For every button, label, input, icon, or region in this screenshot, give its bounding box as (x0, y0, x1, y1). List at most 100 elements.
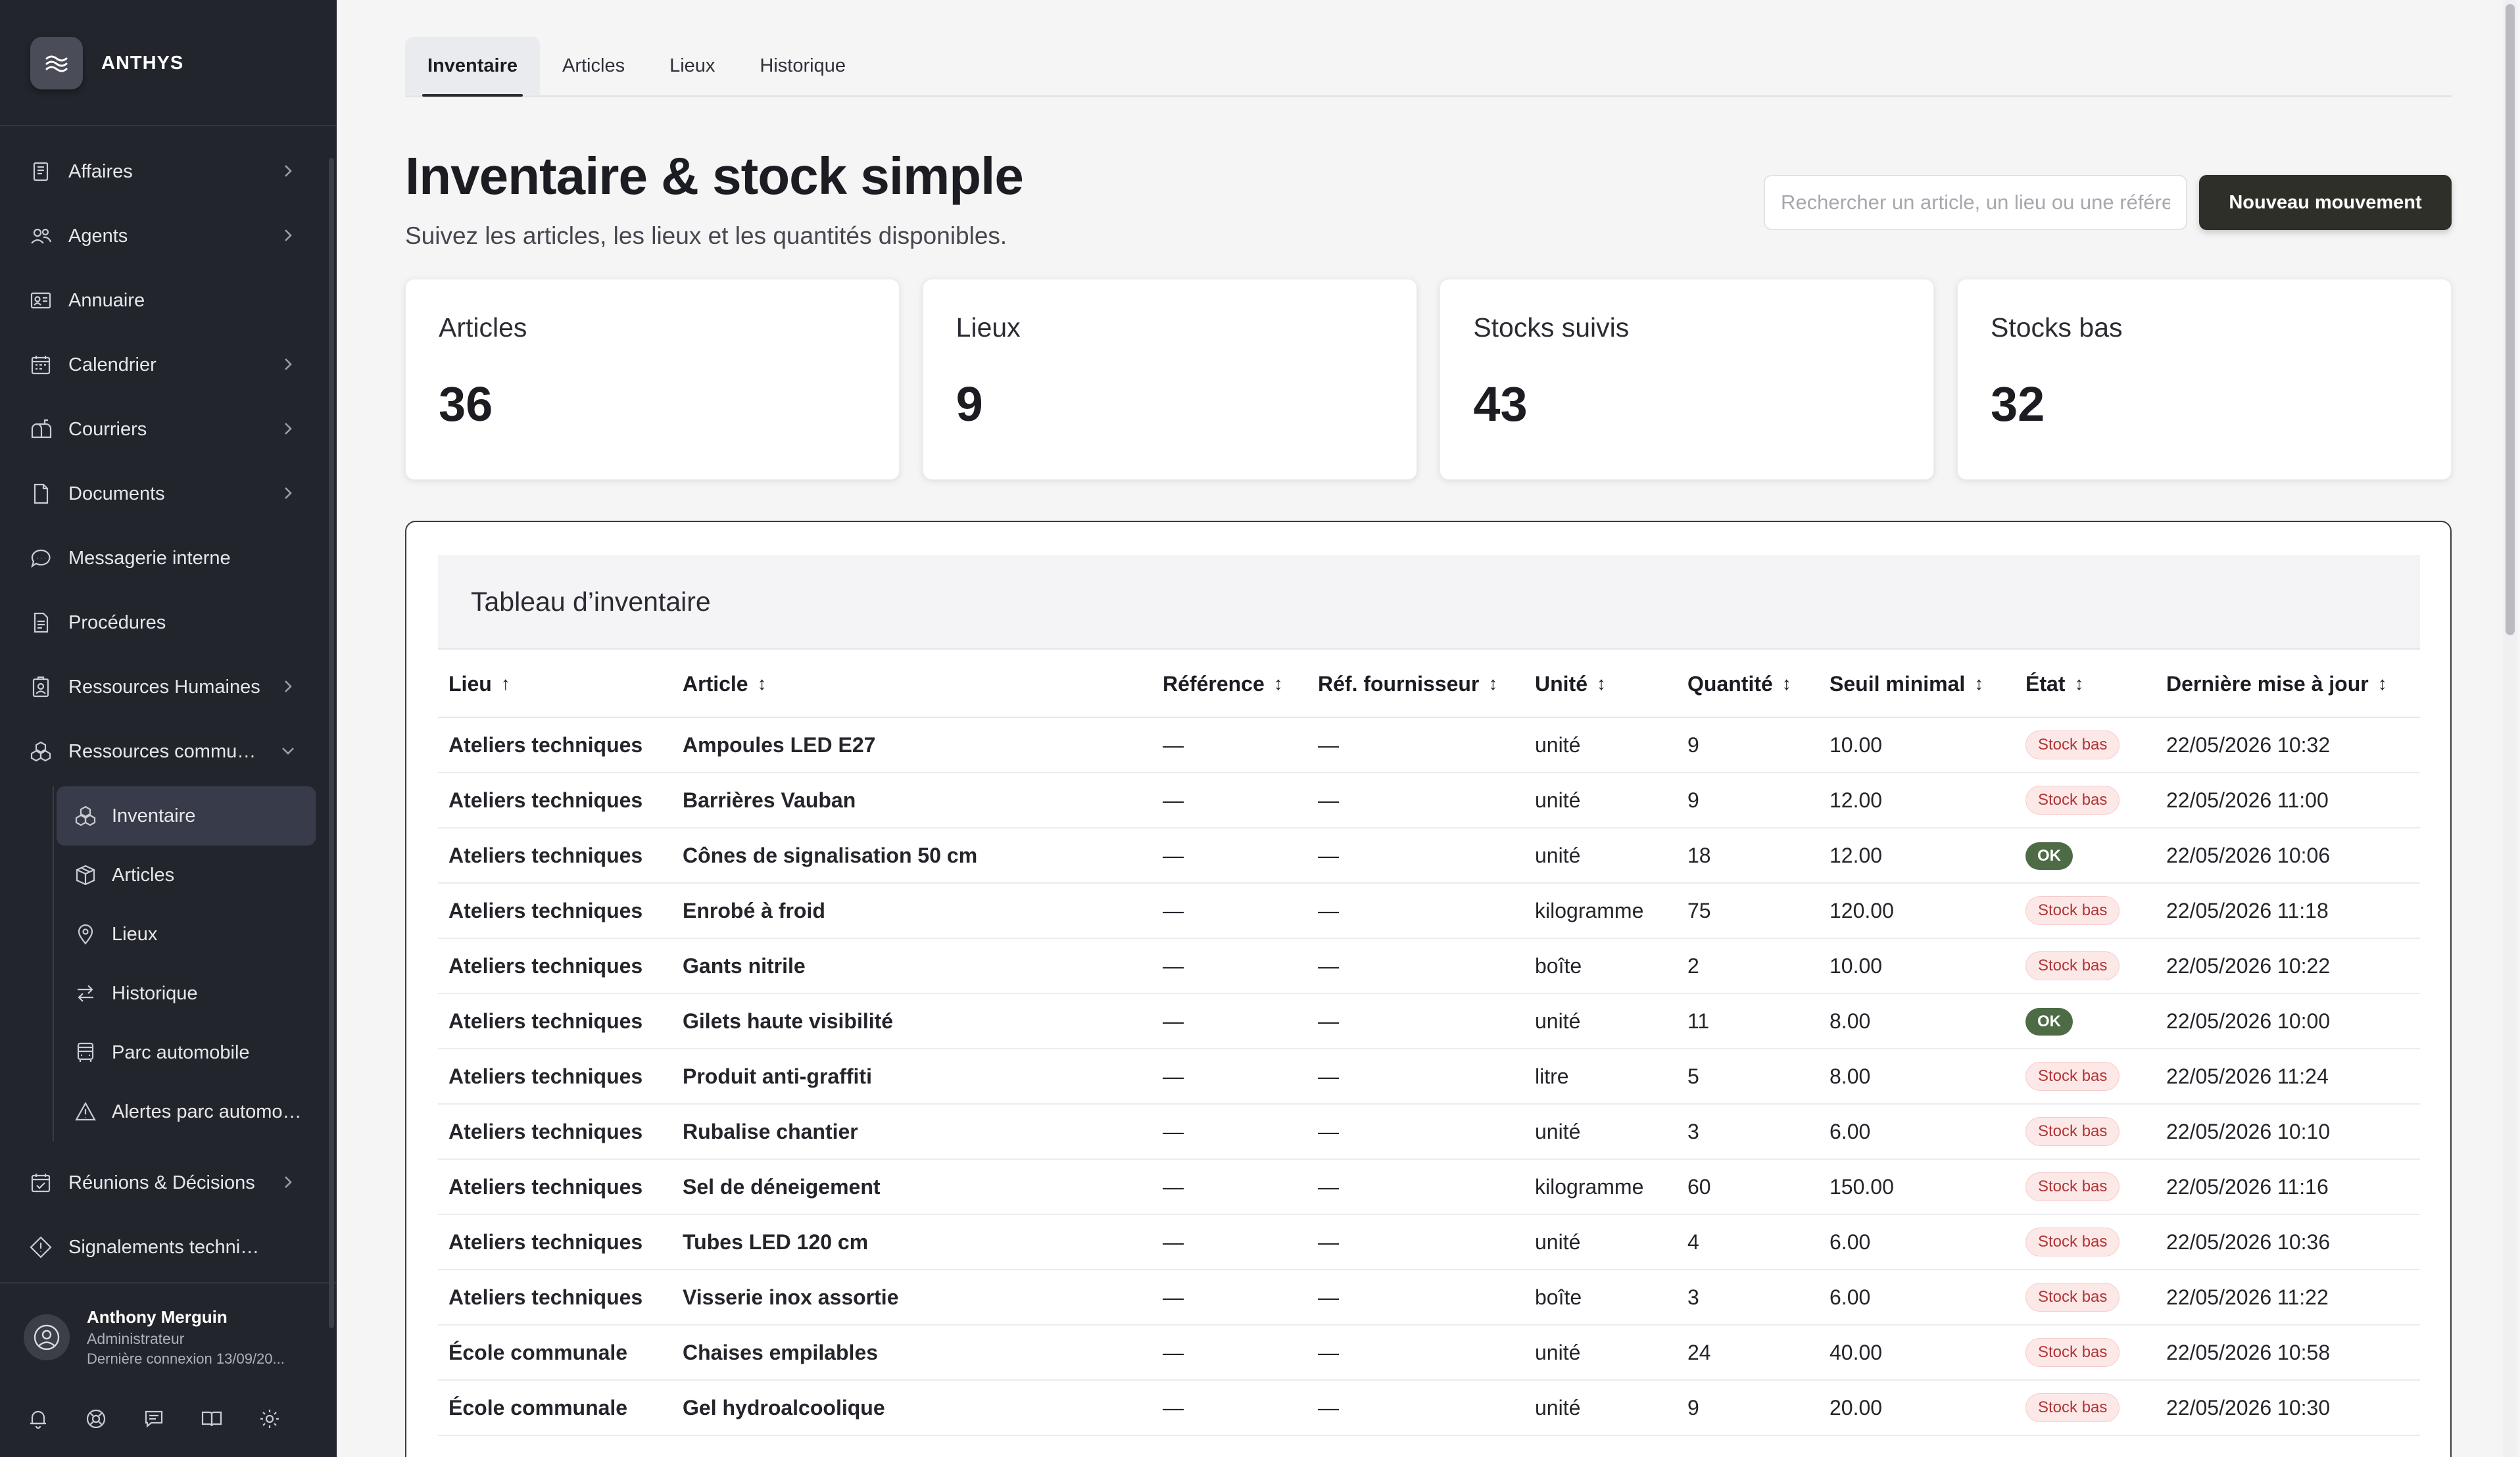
stat-card: Stocks bas 32 (1956, 279, 2452, 480)
table-row[interactable]: Ateliers techniques Visserie inox assorti… (438, 1270, 2420, 1326)
stat-card: Stocks suivis 43 (1440, 279, 1935, 480)
column-header[interactable]: Lieu ↑ (438, 672, 672, 696)
sidebar-item-documents[interactable]: Documents (11, 462, 316, 526)
column-header[interactable]: Seuil minimal ↕ (1819, 672, 2015, 696)
table-cell: Ampoules LED E27 (683, 732, 876, 757)
table-row[interactable]: Ateliers techniques Rubalise chantier — — un… (438, 1105, 2420, 1160)
sidebar-item-affaires[interactable]: Affaires (11, 139, 316, 204)
page-scrollbar[interactable] (2503, 0, 2517, 1457)
users-icon (28, 223, 54, 249)
status-cell: Stock bas (2015, 1283, 2156, 1312)
column-header[interactable]: Réf. fournisseur ↕ (1307, 672, 1524, 696)
sidebar-item-ressources-communales[interactable]: Ressources communales (11, 719, 316, 784)
table-row[interactable]: Ateliers techniques Gants nitrile — — boîte 2… (438, 939, 2420, 994)
new-movement-button[interactable]: Nouveau mouvement (2199, 175, 2452, 230)
subnav-item-articles[interactable]: Articles (57, 846, 316, 905)
table-row[interactable]: École communale Gel hydroalcoolique — — unit… (438, 1381, 2420, 1436)
column-header[interactable]: Dernière mise à jour ↕ (2156, 672, 2420, 696)
table-cell: boîte (1535, 1285, 1582, 1309)
message-icon[interactable] (134, 1399, 174, 1439)
sidebar-item-agents[interactable]: Agents (11, 204, 316, 268)
warning-icon (72, 1099, 99, 1125)
chevron-down-icon (278, 740, 299, 761)
tab-articles[interactable]: Articles (540, 37, 647, 95)
table-row[interactable]: École communale Chaises empilables — — unité… (438, 1326, 2420, 1381)
table-row[interactable]: Ateliers techniques Sel de déneigement — — k… (438, 1160, 2420, 1215)
sidebar-item-ressources-humaines[interactable]: Ressources Humaines (11, 655, 316, 719)
table-row[interactable]: Ateliers techniques Cônes de signalisatio… (438, 828, 2420, 884)
table-cell: unité (1535, 1340, 1581, 1364)
column-header-label: Quantité (1687, 671, 1773, 696)
column-header[interactable]: Unité ↕ (1524, 672, 1677, 696)
table-cell: unité (1535, 1009, 1581, 1033)
search-input[interactable] (1764, 175, 2187, 230)
table-cell: — (1318, 953, 1339, 978)
bell-icon[interactable] (18, 1399, 58, 1439)
sidebar-item-calendrier[interactable]: Calendrier (11, 333, 316, 397)
user-profile[interactable]: Anthony Merguin Administrateur Dernière … (24, 1307, 285, 1368)
sidebar-scrollbar[interactable] (329, 158, 334, 1328)
tab-lieux[interactable]: Lieux (647, 37, 737, 95)
stat-value: 9 (956, 377, 983, 431)
table-row[interactable]: Ateliers techniques Ampoules LED E27 — — uni… (438, 718, 2420, 773)
sidebar-item-annuaire[interactable]: Annuaire (11, 268, 316, 333)
sidebar-item-procédures[interactable]: Procédures (11, 590, 316, 655)
sidebar-item-réunions-décisions[interactable]: Réunions & Décisions (11, 1151, 316, 1215)
tab-historique[interactable]: Historique (737, 37, 868, 95)
table-row[interactable]: Ateliers techniques Produit anti-graffiti… (438, 1049, 2420, 1105)
stat-value: 43 (1473, 377, 1528, 431)
table-cell: Ateliers techniques (448, 1174, 643, 1199)
chevron-right-icon (278, 225, 299, 246)
column-header[interactable]: Quantité ↕ (1677, 672, 1819, 696)
table-cell: 75 (1687, 898, 1711, 922)
subnav-item-lieux[interactable]: Lieux (57, 905, 316, 964)
table-cell: unité (1535, 1395, 1581, 1420)
sidebar-item-courriers[interactable]: Courriers (11, 397, 316, 462)
table-row[interactable]: Ateliers techniques Enrobé à froid — — kilog… (438, 884, 2420, 939)
sort-icon: ↕ (757, 673, 767, 694)
column-header[interactable]: Article ↕ (672, 672, 1152, 696)
brand-name: ANTHYS (101, 52, 184, 74)
sidebar-item-messagerie-interne[interactable]: Messagerie interne (11, 526, 316, 590)
table-cell: — (1163, 732, 1184, 757)
table-cell: — (1163, 1230, 1184, 1254)
status-cell: Stock bas (2015, 786, 2156, 815)
subnav-item-inventaire[interactable]: Inventaire (57, 786, 316, 846)
table-cell: Ateliers techniques (448, 1285, 643, 1309)
table-row[interactable]: Ateliers techniques Tubes LED 120 cm — — uni… (438, 1215, 2420, 1270)
page-title: Inventaire & stock simple (405, 147, 1024, 205)
table-cell: 22/05/2026 11:16 (2166, 1174, 2329, 1199)
sidebar-tools (18, 1399, 308, 1439)
subnav-item-label: Parc automobile (112, 1041, 250, 1063)
table-cell: Ateliers techniques (448, 732, 643, 757)
column-header[interactable]: Référence ↕ (1152, 672, 1307, 696)
table-row[interactable]: Ateliers techniques Barrières Vauban — — uni… (438, 773, 2420, 828)
tab-inventaire[interactable]: Inventaire (405, 37, 540, 97)
table-cell: — (1318, 898, 1339, 922)
status-badge: Stock bas (2025, 1283, 2120, 1312)
sidebar-divider (0, 125, 337, 126)
gear-icon[interactable] (250, 1399, 289, 1439)
column-header-label: Article (683, 671, 748, 696)
sidebar-item-signalements-techniques[interactable]: Signalements techniques (11, 1215, 316, 1279)
table-cell: 22/05/2026 10:10 (2166, 1119, 2331, 1143)
scroll-thumb[interactable] (2506, 4, 2515, 635)
lifebuoy-icon[interactable] (76, 1399, 116, 1439)
sort-icon: ↕ (2377, 673, 2387, 694)
sort-icon: ↕ (1488, 673, 1498, 694)
table-cell: Barrières Vauban (683, 788, 856, 812)
subnav-item-parc-automobile[interactable]: Parc automobile (57, 1023, 316, 1082)
subnav-item-alertes-parc-automobile[interactable]: Alertes parc automobile (57, 1082, 316, 1141)
table-cell: 5 (1687, 1064, 1699, 1088)
book-icon[interactable] (192, 1399, 231, 1439)
table-row[interactable]: Ateliers techniques Gilets haute visibili… (438, 994, 2420, 1049)
brand[interactable]: ANTHYS (30, 37, 183, 89)
subnav-item-historique[interactable]: Historique (57, 964, 316, 1023)
column-header[interactable]: État ↕ (2015, 672, 2156, 696)
table-cell: Ateliers techniques (448, 1119, 643, 1143)
table-cell: — (1163, 898, 1184, 922)
column-header-label: État (2025, 671, 2066, 696)
column-header-label: Lieu (448, 671, 492, 696)
sidebar-item-label: Signalements techniques (68, 1236, 266, 1258)
table-cell: — (1163, 953, 1184, 978)
